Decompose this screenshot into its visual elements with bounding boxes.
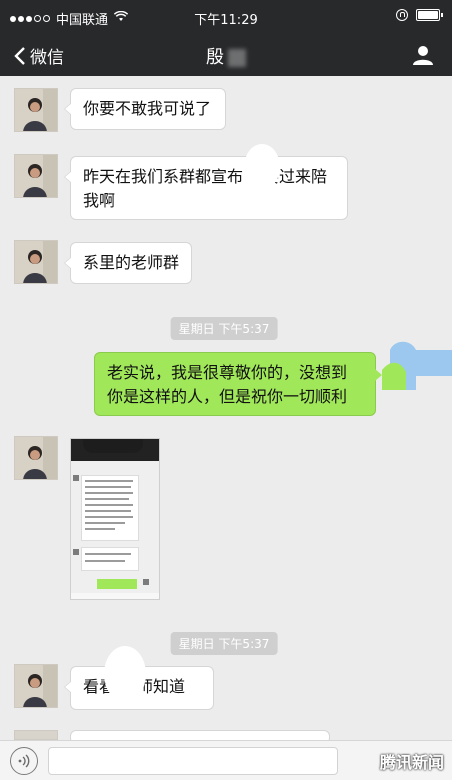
message-text-line1: 昨天在我们系群都宣布 <box>83 167 244 186</box>
chat-title: 殷 <box>0 43 452 69</box>
message-bubble-3[interactable]: 系里的老师群 <box>64 242 192 284</box>
message-text-line1: 老实说，我是很尊敬你的，没想到 <box>107 363 348 382</box>
wechat-chat-screen: 中国联通 下午11:29 微信 殷 你要不敢我可说了 昨天在我们系群都宣布 要过… <box>0 0 452 780</box>
message-text: 系里的老师群 <box>83 253 180 272</box>
message-bubble-2[interactable]: 昨天在我们系群都宣布 要过来陪 我啊 <box>64 156 348 220</box>
message-text-line2: 我啊 <box>83 191 116 210</box>
image-message[interactable] <box>70 438 160 600</box>
timestamp: 星期日 下午5:37 <box>170 632 278 655</box>
input-bar: 腾讯新闻 <box>0 740 452 780</box>
sender-avatar[interactable] <box>14 154 58 198</box>
message-bubble-1[interactable]: 你要不敢我可说了 <box>64 88 226 130</box>
redaction-blob <box>104 646 146 702</box>
status-time: 下午11:29 <box>194 13 258 28</box>
sender-avatar[interactable] <box>14 436 58 480</box>
status-bar: 中国联通 下午11:29 <box>0 0 452 34</box>
sender-avatar[interactable] <box>14 730 58 740</box>
timestamp: 星期日 下午5:37 <box>170 317 278 340</box>
sender-avatar[interactable] <box>14 88 58 132</box>
redaction-blob <box>244 144 280 190</box>
profile-button[interactable] <box>412 44 434 66</box>
news-watermark: 腾讯新闻 <box>379 753 444 772</box>
battery-icon <box>416 9 443 21</box>
message-text-line2: 你是这样的人，但是祝你一切顺利 <box>107 387 348 406</box>
title-redaction <box>228 49 246 67</box>
message-text: 你要不敢我可说了 <box>83 99 212 118</box>
person-icon <box>413 46 433 65</box>
chat-title-text: 殷 <box>206 47 224 68</box>
sender-avatar[interactable] <box>14 240 58 284</box>
sender-avatar[interactable] <box>14 664 58 708</box>
own-avatar-redaction <box>382 340 452 390</box>
orientation-lock-icon <box>396 9 408 21</box>
message-bubble-own[interactable]: 老实说，我是很尊敬你的，没想到 你是这样的人，但是祝你一切顺利 <box>94 352 382 416</box>
voice-icon[interactable] <box>10 747 38 775</box>
message-list[interactable]: 你要不敢我可说了 昨天在我们系群都宣布 要过来陪 我啊 系里的老师群 星期日 下午… <box>0 76 452 757</box>
image-preview <box>71 461 159 599</box>
message-input[interactable] <box>48 747 338 775</box>
nav-bar: 微信 殷 <box>0 34 452 76</box>
